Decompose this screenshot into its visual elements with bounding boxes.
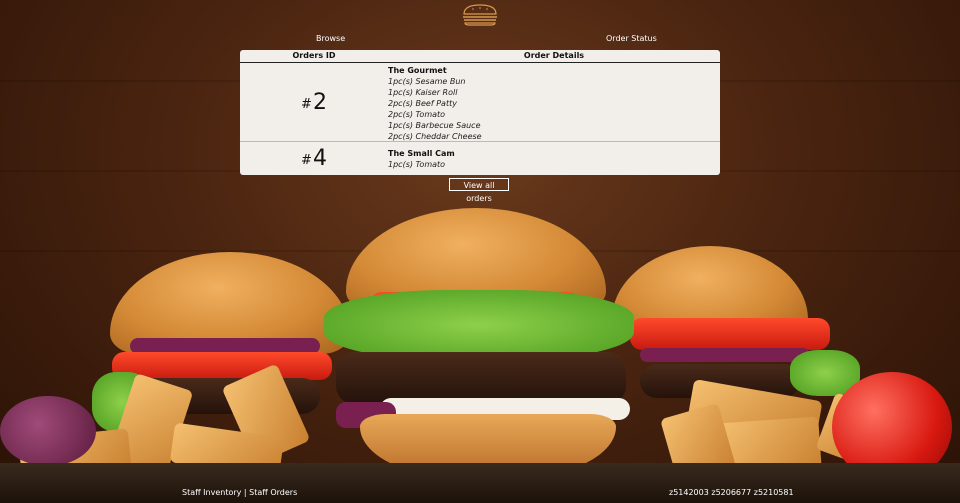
order-id: #4 [240,142,388,175]
order-id-number: 4 [312,146,327,171]
order-item: 1pc(s) Kaiser Roll [388,88,458,97]
order-details: The Gourmet 1pc(s) Sesame Bun 1pc(s) Kai… [388,63,720,141]
order-id: #2 [240,63,388,141]
footer-staff-links[interactable]: Staff Inventory | Staff Orders [182,488,297,497]
order-item: 1pc(s) Tomato [388,160,446,169]
order-id-hash: # [301,153,312,168]
order-item: 2pc(s) Tomato [388,110,446,119]
footer-credits: z5142003 z5206677 z5210581 [669,488,794,497]
order-item: 1pc(s) Barbecue Sauce [388,121,481,130]
burger-icon[interactable] [461,4,499,26]
nav-order-status-link[interactable]: Order Status [606,34,657,43]
order-name: The Small Cam [388,149,455,158]
order-details: The Small Cam 1pc(s) Tomato [388,142,720,175]
table-row: #2 The Gourmet 1pc(s) Sesame Bun 1pc(s) … [240,63,720,142]
table-header: Orders ID Order Details [240,50,720,63]
table-row: #4 The Small Cam 1pc(s) Tomato [240,142,720,175]
order-item: 1pc(s) Sesame Bun [388,77,466,86]
view-all-orders-button[interactable]: View all orders [449,178,509,203]
order-item: 2pc(s) Cheddar Cheese [388,132,482,141]
order-id-hash: # [301,96,312,112]
header-order-details: Order Details [523,51,585,60]
orders-table: Orders ID Order Details #2 The Gourmet 1… [240,50,720,175]
order-name: The Gourmet [388,66,447,75]
nav-browse-link[interactable]: Browse [316,34,345,43]
header-orders-id: Orders ID [292,51,336,60]
order-id-number: 2 [312,89,327,115]
order-item: 2pc(s) Beef Patty [388,99,457,108]
